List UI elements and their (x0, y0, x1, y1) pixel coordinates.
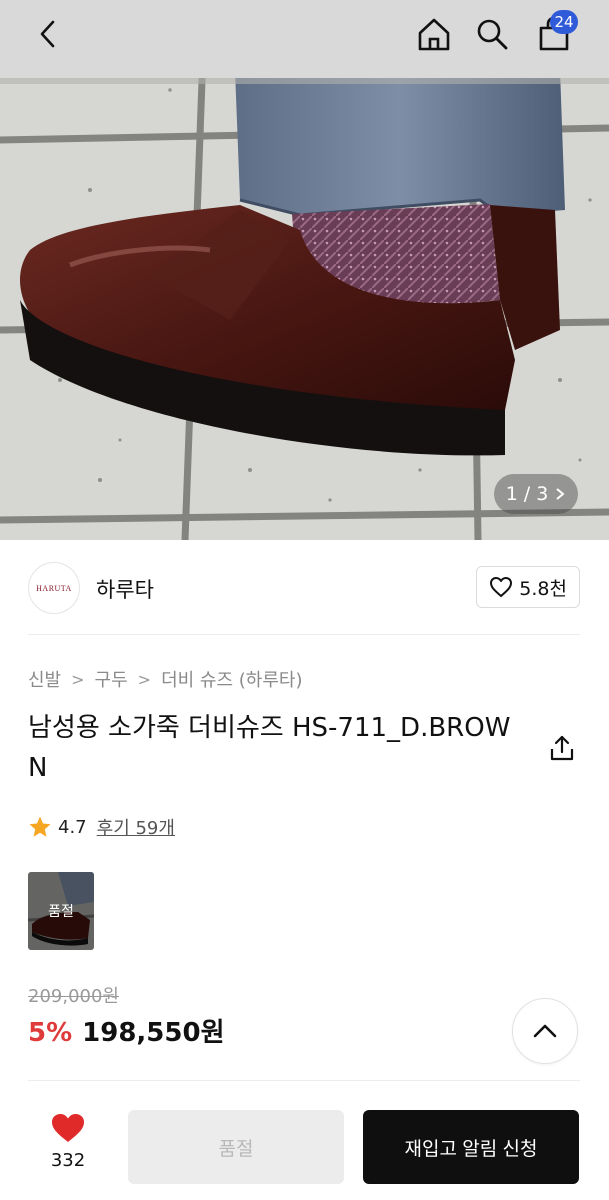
product-photo (0, 0, 609, 540)
brand-like-count: 5.8천 (519, 577, 567, 600)
image-counter[interactable]: 1 / 3 (494, 474, 578, 514)
back-button[interactable] (26, 12, 70, 56)
share-button[interactable] (548, 734, 576, 762)
chevron-right-icon: > (137, 669, 152, 689)
reviews-link[interactable]: 후기 59개 (97, 814, 175, 840)
image-counter-current: 1 (505, 483, 518, 505)
option-thumbnail[interactable]: 품절 (28, 872, 94, 950)
wishlist-button[interactable]: 332 (36, 1112, 100, 1171)
seller-logo-text: HARUTA (36, 583, 72, 593)
price-row: 5% 198,550원 (28, 1012, 225, 1049)
breadcrumb-item-derby-shoes[interactable]: 더비 슈즈 (하루타) (161, 666, 302, 692)
search-icon (477, 19, 508, 50)
top-navigation-bar: 24 (0, 0, 609, 78)
rating-row: 4.7 후기 59개 (28, 814, 175, 840)
heart-outline-icon (490, 577, 513, 597)
chevron-left-icon (40, 20, 55, 48)
heart-filled-icon (52, 1114, 84, 1142)
product-title: 남성용 소가죽 더비슈즈 HS-711_D.BROWN (28, 713, 511, 783)
seller-name[interactable]: 하루타 (96, 574, 154, 604)
cart-button[interactable]: 24 (532, 10, 578, 56)
chevron-right-icon: > (71, 669, 85, 689)
image-counter-total: 3 (536, 483, 549, 505)
sale-price: 198,550원 (82, 1018, 225, 1048)
product-image[interactable]: 1 / 3 (0, 0, 609, 540)
scroll-to-top-button[interactable] (512, 998, 578, 1064)
option-soldout-overlay: 품절 (28, 872, 94, 950)
wishlist-count: 332 (50, 1150, 86, 1171)
option-soldout-label: 품절 (48, 904, 74, 920)
home-icon (418, 18, 450, 51)
chevron-up-icon (533, 1024, 557, 1038)
soldout-button: 품절 (128, 1110, 344, 1184)
seller-row: HARUTA 하루타 5.8천 (28, 560, 580, 616)
brand-like-button[interactable]: 5.8천 (476, 566, 580, 608)
rating-score: 4.7 (58, 816, 87, 838)
chevron-right-icon (556, 488, 565, 500)
discount-rate: 5% (28, 1018, 73, 1048)
star-icon (29, 816, 51, 837)
home-button[interactable] (412, 12, 456, 56)
breadcrumb-item-shoes[interactable]: 신발 (28, 666, 61, 692)
image-counter-separator: / (523, 483, 531, 505)
share-icon (550, 735, 574, 761)
divider (28, 1080, 580, 1081)
cart-count-badge: 24 (550, 10, 578, 34)
original-price: 209,000원 (28, 986, 119, 1007)
divider (28, 634, 580, 635)
breadcrumb-item-dress-shoes[interactable]: 구두 (95, 666, 128, 692)
seller-logo[interactable]: HARUTA (28, 562, 80, 614)
restock-alert-button[interactable]: 재입고 알림 신청 (363, 1110, 579, 1184)
search-button[interactable] (470, 12, 514, 56)
breadcrumb: 신발 > 구두 > 더비 슈즈 (하루타) (28, 666, 302, 692)
